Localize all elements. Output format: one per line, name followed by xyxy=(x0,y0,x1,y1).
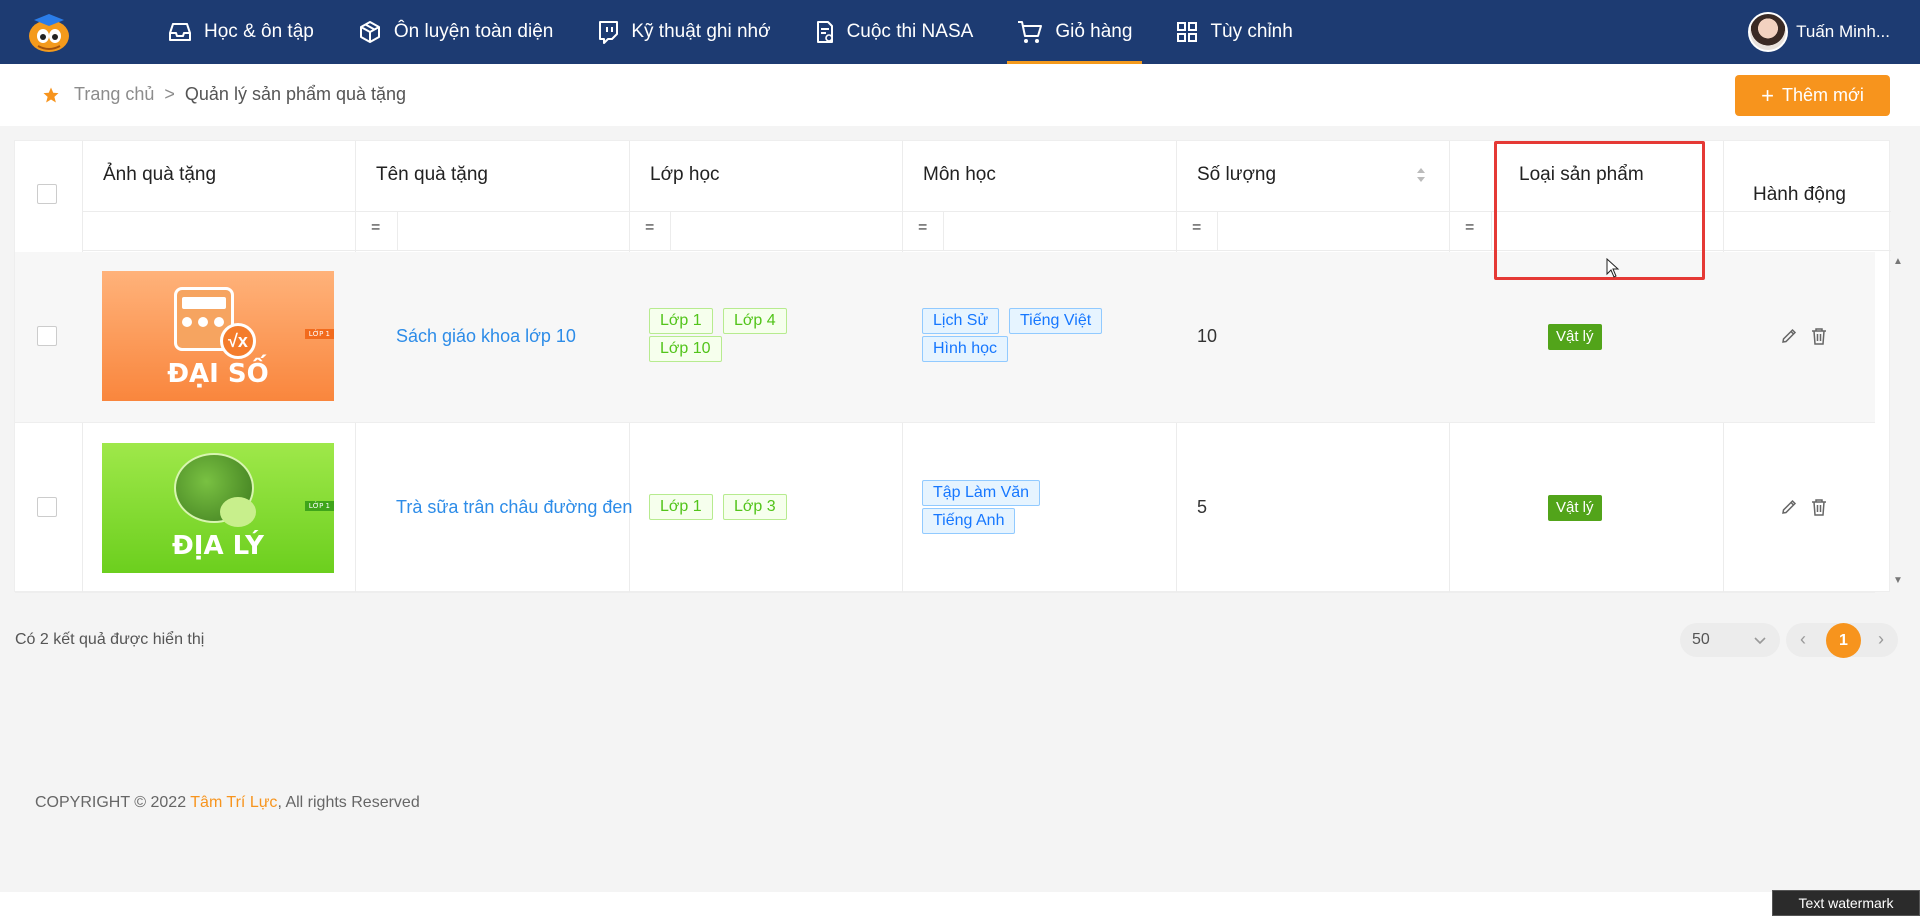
document-icon xyxy=(816,21,833,43)
user-name: Tuấn Minh... xyxy=(1796,22,1890,41)
sort-icon[interactable] xyxy=(1416,166,1426,184)
filter-operator-class[interactable]: = xyxy=(645,219,654,237)
star-icon xyxy=(43,87,59,102)
column-header-image: Ảnh quà tặng xyxy=(103,164,217,185)
class-tag: Lớp 4 xyxy=(723,308,787,334)
column-header-name[interactable]: Tên quà tặng xyxy=(376,164,488,186)
plus-icon: + xyxy=(1761,82,1775,108)
nav-item-label: Cuộc thi NASA xyxy=(846,21,974,42)
nav-item-gio-hang[interactable]: Giỏ hàng xyxy=(995,0,1154,64)
filter-operator-product-type[interactable]: = xyxy=(1465,219,1474,237)
gift-name-link[interactable]: Trà sữa trân châu đường đen xyxy=(396,497,632,518)
breadcrumb-current: Quản lý sản phẩm quà tặng xyxy=(184,84,407,104)
gift-image-title: ĐỊA LÝ xyxy=(172,531,264,561)
row-checkbox[interactable] xyxy=(37,326,57,346)
product-type-badge: Vật lý xyxy=(1548,495,1602,521)
breadcrumb: Trang chủ > Quản lý sản phẩm quà tặng xyxy=(42,84,406,105)
filter-input-name[interactable] xyxy=(398,212,628,250)
subject-tag: Hình học xyxy=(922,336,1009,362)
column-header-actions: Hành động xyxy=(1753,184,1846,205)
class-tag: Lớp 1 xyxy=(649,494,713,520)
grid-icon xyxy=(1177,22,1198,42)
filter-operator-name[interactable]: = xyxy=(371,219,380,237)
copyright: COPYRIGHT © 2022 Tâm Trí Lực, All rights… xyxy=(35,794,420,812)
filter-input-quantity[interactable] xyxy=(1218,212,1448,250)
quantity-value: 5 xyxy=(1197,497,1208,517)
cart-icon xyxy=(1018,21,1043,43)
class-tag: Lớp 1 xyxy=(649,308,713,334)
class-tag: Lớp 3 xyxy=(723,494,787,520)
watermark: Text watermark xyxy=(1772,890,1920,916)
quantity-value: 10 xyxy=(1197,326,1218,346)
footer-strip xyxy=(0,892,1920,922)
gift-image-badge: LỚP 1 xyxy=(304,329,334,339)
column-header-subject[interactable]: Môn học xyxy=(923,164,996,186)
gift-image-badge: LỚP 1 xyxy=(304,501,334,511)
gift-image-title: ĐẠI SỐ xyxy=(167,359,269,389)
user-menu[interactable]: Tuấn Minh... xyxy=(1748,12,1890,52)
nav-item-cuoc-thi-nasa[interactable]: Cuộc thi NASA xyxy=(793,0,996,64)
nav-item-label: Ôn luyện toàn diện xyxy=(393,21,554,42)
top-navigation: Học & ôn tập Ôn luyện toàn diện Kỹ thuật… xyxy=(0,0,1920,64)
pagination: ‹ 1 › xyxy=(1786,623,1898,658)
gift-image: ĐỊA LÝ LỚP 1 xyxy=(102,443,334,573)
avatar xyxy=(1748,12,1789,52)
breadcrumb-separator: > xyxy=(164,84,175,104)
next-page-button[interactable]: › xyxy=(1878,629,1884,650)
subject-tag: Tiếng Việt xyxy=(1009,308,1103,334)
column-header-quantity[interactable]: Số lượng xyxy=(1197,164,1276,186)
nav-item-hoc-on-tap[interactable]: Học & ôn tập xyxy=(146,0,336,64)
gift-table: Ảnh quà tặng Tên quà tặng Lớp học Môn họ… xyxy=(14,140,1903,593)
nav-item-label: Tùy chỉnh xyxy=(1210,21,1293,42)
filter-operator-quantity[interactable]: = xyxy=(1192,219,1201,237)
chevron-down-icon xyxy=(1754,637,1766,645)
scroll-down-arrow[interactable]: ▼ xyxy=(1893,575,1903,586)
nav-item-tuy-chinh[interactable]: Tùy chỉnh xyxy=(1154,0,1314,64)
subject-tag: Tập Làm Văn xyxy=(922,480,1041,506)
twitch-icon xyxy=(599,21,619,44)
gift-image: √x ĐẠI SỐ LỚP 1 xyxy=(102,271,334,401)
filter-input-class[interactable] xyxy=(671,212,901,250)
trash-icon[interactable] xyxy=(1811,498,1827,516)
filter-operator-subject[interactable]: = xyxy=(918,219,927,237)
subject-tag: Tiếng Anh xyxy=(922,508,1016,534)
edit-icon[interactable] xyxy=(1780,498,1798,516)
add-new-button[interactable]: + Thêm mới xyxy=(1735,75,1890,116)
cube-icon xyxy=(359,21,380,43)
nav-item-ky-thuat-ghi-nho[interactable]: Kỹ thuật ghi nhớ xyxy=(575,0,792,64)
copyright-prefix: COPYRIGHT © 2022 xyxy=(35,794,191,811)
edit-icon[interactable] xyxy=(1780,327,1798,345)
filter-input-subject[interactable] xyxy=(944,212,1175,250)
column-header-class[interactable]: Lớp học xyxy=(650,164,720,186)
inbox-icon xyxy=(169,23,191,41)
gift-name-link[interactable]: Sách giáo khoa lớp 10 xyxy=(396,326,576,347)
page-size-value: 50 xyxy=(1692,631,1710,648)
copyright-brand-link[interactable]: Tâm Trí Lực xyxy=(190,794,277,811)
filter-input-product-type[interactable] xyxy=(1492,212,1722,250)
add-new-label: Thêm mới xyxy=(1782,85,1864,105)
product-type-badge: Vật lý xyxy=(1548,324,1602,350)
prev-page-button[interactable]: ‹ xyxy=(1800,629,1806,650)
select-all-checkbox[interactable] xyxy=(37,184,57,204)
copyright-suffix: , All rights Reserved xyxy=(277,794,420,811)
nav-item-label: Học & ôn tập xyxy=(204,21,314,42)
breadcrumb-home[interactable]: Trang chủ xyxy=(74,84,154,105)
logo[interactable] xyxy=(24,10,74,54)
subject-tag: Lịch Sử xyxy=(922,308,1000,334)
nav-item-label: Giỏ hàng xyxy=(1055,21,1133,42)
mouse-cursor-icon xyxy=(1606,258,1620,278)
scroll-up-arrow[interactable]: ▲ xyxy=(1893,256,1903,267)
nav-item-label: Kỹ thuật ghi nhớ xyxy=(631,21,771,42)
class-tag: Lớp 10 xyxy=(649,336,722,362)
page-size-select[interactable]: 50 xyxy=(1680,623,1780,657)
row-checkbox[interactable] xyxy=(37,497,57,517)
page-button-current[interactable]: 1 xyxy=(1826,623,1861,658)
result-count-text: Có 2 kết quả được hiển thị xyxy=(15,631,205,648)
breadcrumb-bar: Trang chủ > Quản lý sản phẩm quà tặng + … xyxy=(0,64,1920,126)
trash-icon[interactable] xyxy=(1811,327,1827,345)
nav-item-on-luyen-toan-dien[interactable]: Ôn luyện toàn diện xyxy=(336,0,576,64)
column-header-product-type[interactable]: Loại sản phẩm xyxy=(1519,164,1644,186)
